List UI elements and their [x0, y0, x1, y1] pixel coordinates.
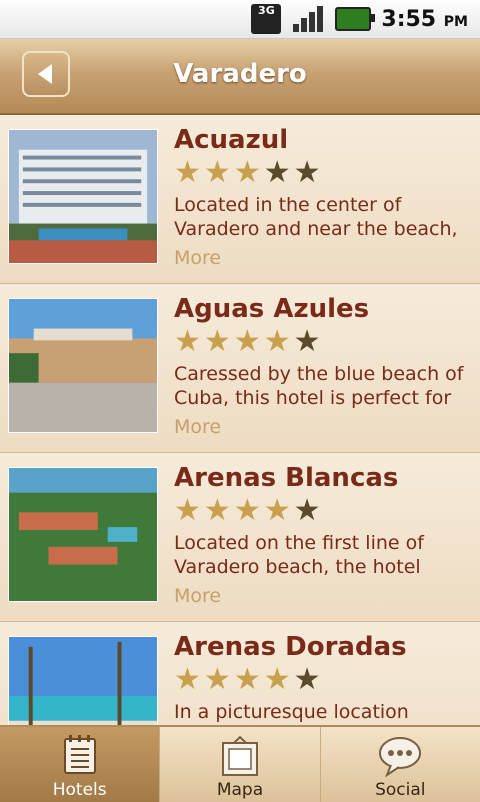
tab-hotels-label: Hotels	[52, 780, 107, 800]
star-icon: ★	[233, 324, 261, 359]
tab-mapa-label: Mapa	[216, 780, 264, 800]
star-empty-icon: ★	[293, 493, 321, 528]
more-link[interactable]: More	[174, 247, 221, 269]
star-icon: ★	[263, 662, 291, 697]
star-empty-icon: ★	[293, 155, 321, 190]
rating-stars: ★ ★ ★ ★ ★	[174, 157, 321, 189]
hotel-description: Caressed by the blue beach of Cuba, this…	[174, 363, 464, 409]
hotel-row[interactable]: Acuazul ★ ★ ★ ★ ★ Located in the center …	[0, 115, 480, 284]
tab-social[interactable]: Social	[321, 727, 480, 802]
star-icon: ★	[174, 324, 201, 359]
clock-time: 3:55	[381, 6, 437, 32]
network-3g-icon: 3G	[251, 4, 282, 34]
star-empty-icon: ★	[293, 662, 321, 697]
hotel-description: In a picturesque location	[174, 701, 409, 723]
hotel-row[interactable]: Arenas Doradas ★ ★ ★ ★ ★ In a picturesqu…	[0, 622, 480, 725]
star-icon: ★	[203, 155, 231, 190]
page-title: Varadero	[173, 59, 307, 89]
hotel-name: Acuazul	[174, 125, 289, 155]
rating-stars: ★ ★ ★ ★ ★	[174, 326, 321, 358]
tab-mapa[interactable]: Mapa	[160, 727, 321, 802]
star-empty-icon: ★	[293, 324, 321, 359]
star-icon: ★	[233, 493, 261, 528]
star-icon: ★	[263, 493, 291, 528]
map-icon	[221, 735, 258, 776]
network-label: 3G	[258, 4, 275, 17]
star-empty-icon: ★	[263, 155, 291, 190]
more-link[interactable]: More	[174, 585, 221, 607]
hotel-name: Arenas Doradas	[174, 632, 407, 662]
notepad-icon	[63, 735, 96, 774]
tab-social-label: Social	[375, 780, 426, 800]
hotel-row[interactable]: Aguas Azules ★ ★ ★ ★ ★ Caressed by the b…	[0, 284, 480, 453]
star-icon: ★	[203, 493, 231, 528]
hotel-photo	[8, 467, 158, 602]
star-icon: ★	[203, 662, 231, 697]
hotel-description: Located on the first line of Varadero be…	[174, 532, 424, 578]
star-icon: ★	[233, 662, 261, 697]
hotel-photo	[8, 129, 158, 264]
hotel-name: Arenas Blancas	[174, 463, 399, 493]
star-icon: ★	[174, 493, 201, 528]
star-icon: ★	[203, 324, 231, 359]
star-icon: ★	[263, 324, 291, 359]
tab-bar: Hotels Mapa Social	[0, 725, 480, 802]
clock-ampm: PM	[443, 13, 468, 30]
app-header: Varadero	[0, 39, 480, 115]
status-bar: 3G 3:55 PM	[0, 0, 480, 39]
star-icon: ★	[174, 662, 201, 697]
clock: 3:55 PM	[381, 7, 468, 32]
battery-icon	[335, 7, 376, 31]
hotel-row[interactable]: Arenas Blancas ★ ★ ★ ★ ★ Located on the …	[0, 453, 480, 622]
hotel-photo	[8, 298, 158, 433]
rating-stars: ★ ★ ★ ★ ★	[174, 664, 321, 696]
signal-icon	[291, 4, 325, 34]
star-icon: ★	[174, 155, 201, 190]
star-icon: ★	[233, 155, 261, 190]
hotel-photo	[8, 636, 158, 725]
speech-bubble-icon	[379, 737, 422, 777]
hotel-list[interactable]: Acuazul ★ ★ ★ ★ ★ Located in the center …	[0, 115, 480, 725]
rating-stars: ★ ★ ★ ★ ★	[174, 495, 321, 527]
more-link[interactable]: More	[174, 416, 221, 438]
hotel-description: Located in the center of Varadero and ne…	[174, 194, 458, 240]
tab-hotels[interactable]: Hotels	[0, 727, 161, 802]
hotel-name: Aguas Azules	[174, 294, 370, 324]
